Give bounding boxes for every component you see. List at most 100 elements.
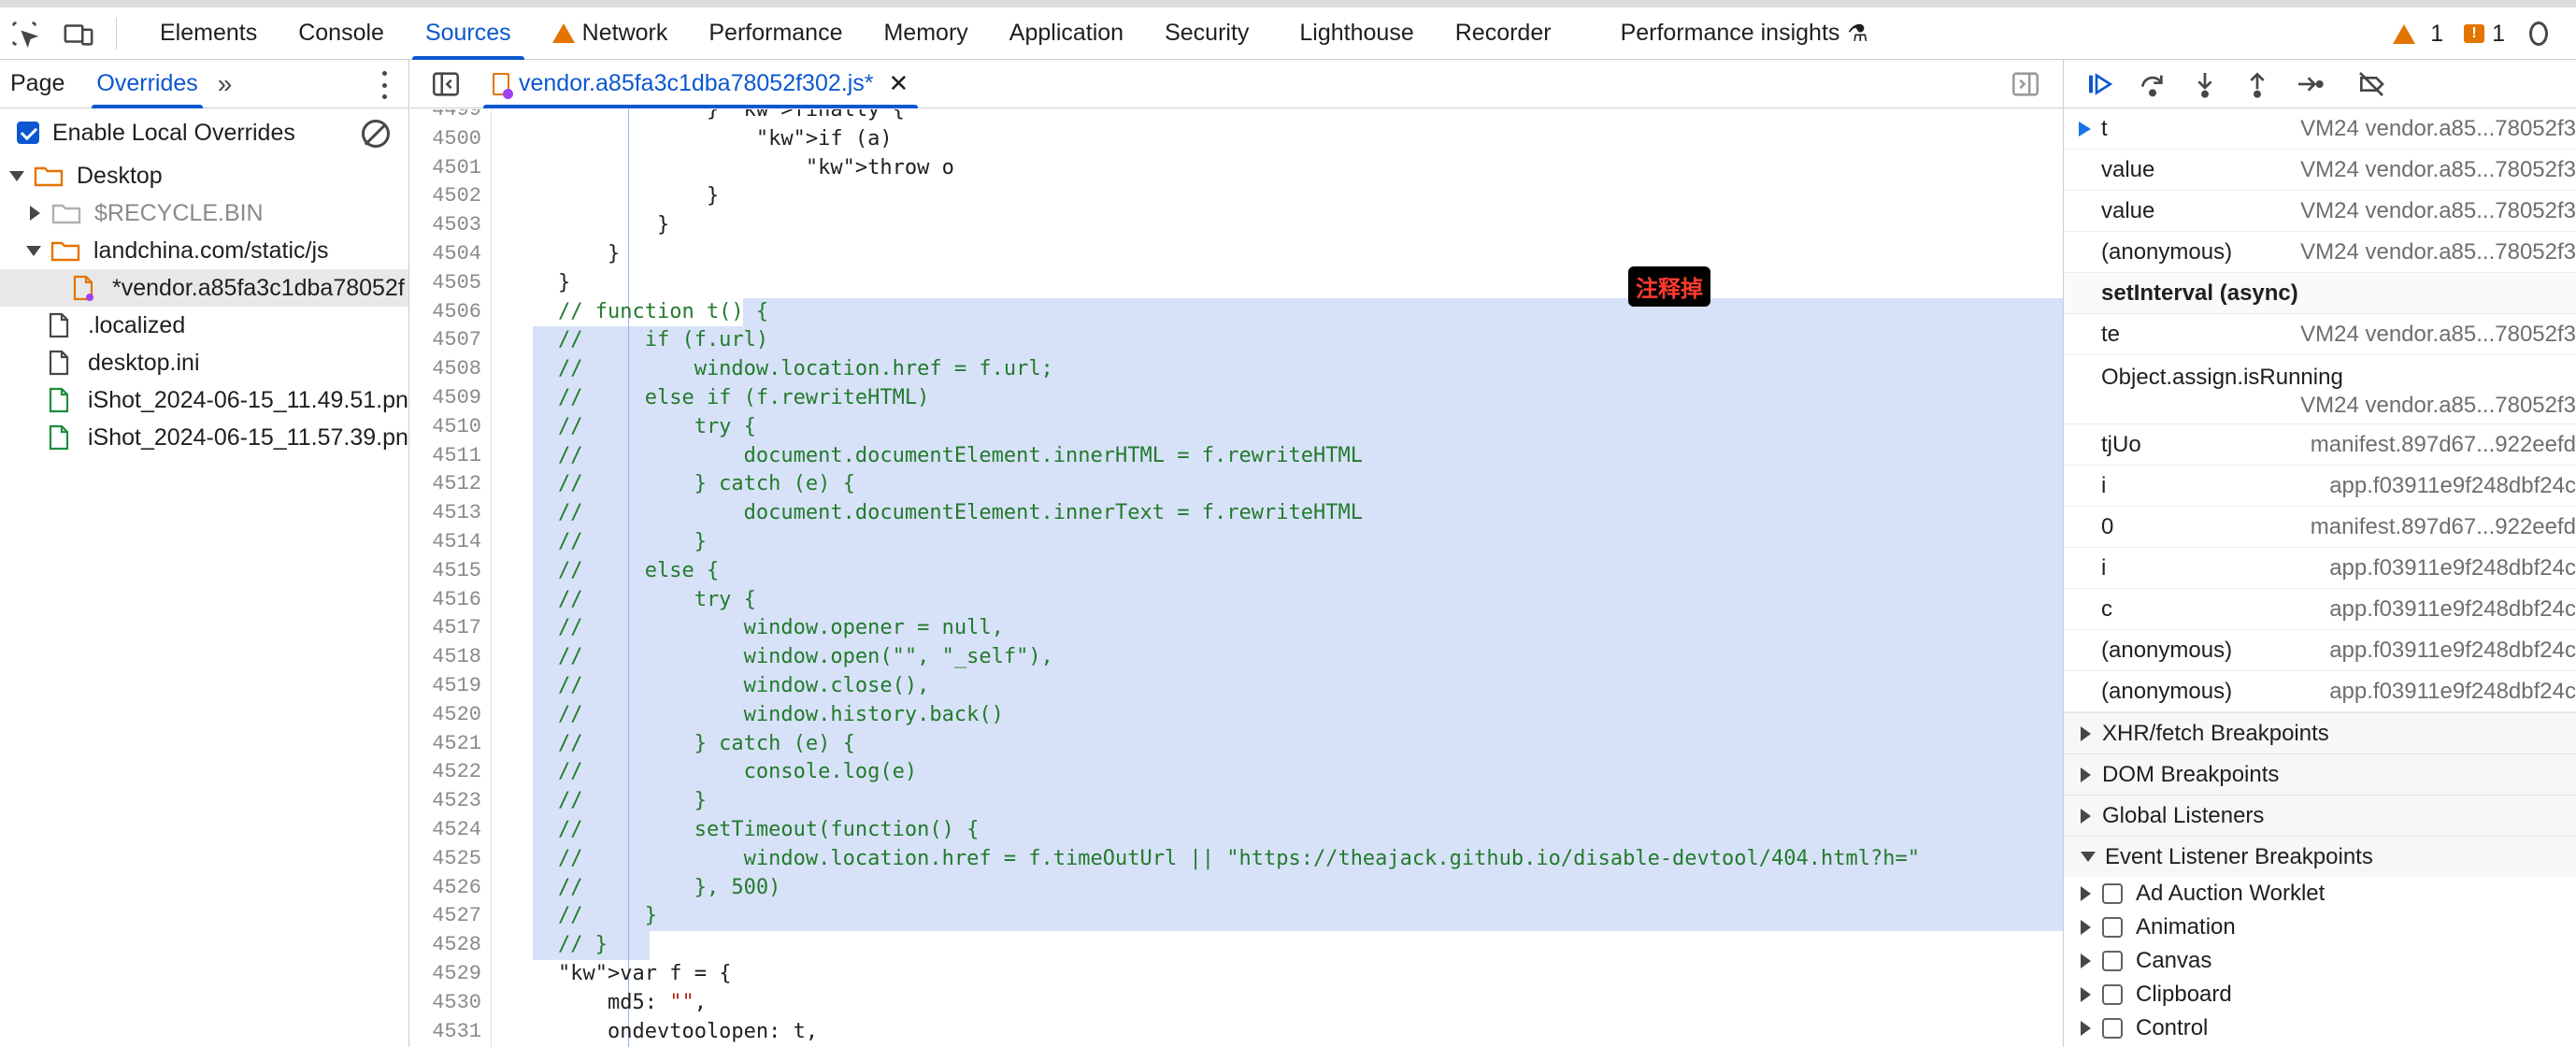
line-number[interactable]: 4522 [410, 758, 489, 787]
line-number[interactable]: 4517 [410, 614, 489, 643]
tab-page[interactable]: Page [0, 60, 75, 108]
device-toolbar-icon[interactable] [58, 13, 99, 54]
more-tabs-chevron-icon[interactable]: » [208, 69, 242, 99]
tree-item[interactable]: iShot_2024-06-15_11.49.51.pn [0, 381, 408, 419]
resume-icon[interactable] [2081, 65, 2120, 104]
line-number[interactable]: 4503 [410, 211, 489, 240]
call-frame-location[interactable]: VM24 vendor.a85...78052f3 [2300, 198, 2576, 224]
line-number[interactable]: 4508 [410, 355, 489, 384]
line-number[interactable]: 4516 [410, 586, 489, 615]
tab-application[interactable]: Application [989, 7, 1144, 60]
line-number[interactable]: 4527 [410, 902, 489, 931]
line-number[interactable]: 4531 [410, 1018, 489, 1047]
section-event-listener-breakpoints[interactable]: Event Listener Breakpoints [2064, 836, 2576, 877]
call-frame[interactable]: 0 manifest.897d67...922eefd [2064, 507, 2576, 548]
listener-checkbox[interactable] [2102, 917, 2123, 938]
listener-checkbox[interactable] [2102, 951, 2123, 971]
line-number[interactable]: 4505 [410, 269, 489, 298]
listener-item[interactable]: Control [2064, 1011, 2576, 1045]
line-number[interactable]: 4520 [410, 701, 489, 730]
line-number[interactable]: 4513 [410, 499, 489, 528]
editor-file-tab[interactable]: vendor.a85fa3c1dba78052f302.js* ✕ [479, 60, 922, 108]
enable-overrides-row[interactable]: Enable Local Overrides [0, 108, 408, 157]
step-out-icon[interactable] [2238, 65, 2277, 104]
listener-item[interactable]: Animation [2064, 911, 2576, 944]
line-number[interactable]: 4530 [410, 989, 489, 1018]
tab-overrides[interactable]: Overrides [86, 60, 208, 108]
line-number[interactable]: 4524 [410, 816, 489, 845]
call-frame[interactable]: value VM24 vendor.a85...78052f3 [2064, 191, 2576, 232]
listener-item[interactable]: Clipboard [2064, 978, 2576, 1011]
tab-memory[interactable]: Memory [863, 7, 988, 60]
collapse-triangle-icon[interactable] [2081, 1021, 2091, 1036]
line-number[interactable]: 4499 [410, 109, 489, 125]
line-number[interactable]: 4501 [410, 154, 489, 183]
tab-performance-insights[interactable]: Performance insights ⚗ [1600, 7, 1889, 60]
tree-item[interactable]: .localized [0, 307, 408, 344]
line-number[interactable]: 4525 [410, 845, 489, 874]
code-editor[interactable]: 4499 } "kw">finally {4500 "kw">if (a) 450… [410, 109, 2063, 1047]
call-frame-location[interactable]: VM24 vendor.a85...78052f3 [2300, 157, 2576, 183]
call-frame-location[interactable]: manifest.897d67...922eefd [2311, 514, 2576, 540]
call-frame-location[interactable]: VM24 vendor.a85...78052f3 [2300, 239, 2576, 265]
line-number[interactable]: 4514 [410, 528, 489, 557]
call-frame[interactable]: c app.f03911e9f248dbf24c [2064, 589, 2576, 630]
deactivate-breakpoints-icon[interactable] [2352, 65, 2391, 104]
enable-overrides-checkbox[interactable] [17, 122, 39, 144]
collapse-triangle-icon[interactable] [30, 206, 40, 221]
listener-checkbox[interactable] [2102, 984, 2123, 1005]
inspect-element-icon[interactable] [4, 13, 45, 54]
tab-performance[interactable]: Performance [688, 7, 863, 60]
toggle-navigator-icon[interactable] [425, 64, 466, 105]
listener-checkbox[interactable] [2102, 1018, 2123, 1039]
call-frame-location[interactable]: manifest.897d67...922eefd [2311, 432, 2576, 458]
call-frame-location[interactable]: app.f03911e9f248dbf24c [2329, 555, 2576, 581]
tab-recorder[interactable]: Recorder [1435, 7, 1572, 60]
call-frame-location[interactable]: app.f03911e9f248dbf24c [2329, 638, 2576, 664]
tree-item[interactable]: desktop.ini [0, 344, 408, 381]
listener-checkbox[interactable] [2102, 883, 2123, 904]
section-dom-breakpoints[interactable]: DOM Breakpoints [2064, 753, 2576, 795]
call-frame-location[interactable]: app.f03911e9f248dbf24c [2329, 596, 2576, 623]
call-frame[interactable]: t VM24 vendor.a85...78052f3 [2064, 108, 2576, 150]
collapse-triangle-icon[interactable] [2081, 886, 2091, 901]
collapse-triangle-icon[interactable] [2081, 987, 2091, 1002]
tab-security[interactable]: Security [1144, 7, 1269, 60]
tree-item[interactable]: Desktop [0, 157, 408, 194]
collapse-triangle-icon[interactable] [2081, 920, 2091, 935]
more-options-kebab-icon[interactable] [379, 71, 390, 99]
call-frame[interactable]: tjUo manifest.897d67...922eefd [2064, 424, 2576, 466]
expand-triangle-icon[interactable] [26, 245, 41, 256]
tree-item[interactable]: *vendor.a85fa3c1dba78052f [0, 269, 408, 307]
line-number[interactable]: 4518 [410, 643, 489, 672]
line-number[interactable]: 4529 [410, 960, 489, 989]
step-into-icon[interactable] [2185, 65, 2225, 104]
issue-counters[interactable]: 1 ! 1 [2393, 7, 2548, 60]
line-number[interactable]: 4506 [410, 298, 489, 327]
line-number[interactable]: 4504 [410, 240, 489, 269]
toggle-debugger-icon[interactable] [2005, 64, 2046, 105]
warnings-counter[interactable]: 1 [2393, 21, 2443, 48]
line-number[interactable]: 4523 [410, 787, 489, 816]
listener-item[interactable]: Ad Auction Worklet [2064, 877, 2576, 911]
line-number[interactable]: 4515 [410, 557, 489, 586]
clear-overrides-icon[interactable] [362, 120, 390, 148]
call-frame-location[interactable]: VM24 vendor.a85...78052f3 [2300, 322, 2576, 348]
line-number[interactable]: 4509 [410, 384, 489, 413]
line-number[interactable]: 4528 [410, 931, 489, 960]
call-frame[interactable]: value VM24 vendor.a85...78052f3 [2064, 150, 2576, 191]
call-frame[interactable]: (anonymous) VM24 vendor.a85...78052f3 [2064, 232, 2576, 273]
issues-counter[interactable]: ! 1 [2464, 21, 2505, 48]
call-frame-location[interactable]: app.f03911e9f248dbf24c [2329, 473, 2576, 499]
tab-lighthouse[interactable]: Lighthouse [1279, 7, 1434, 60]
tab-elements[interactable]: Elements [139, 7, 278, 60]
tab-network[interactable]: Network [532, 7, 689, 60]
line-number[interactable]: 4512 [410, 470, 489, 499]
listener-item[interactable]: Canvas [2064, 944, 2576, 978]
expand-triangle-icon[interactable] [9, 170, 24, 181]
line-number[interactable]: 4500 [410, 125, 489, 154]
tree-item[interactable]: iShot_2024-06-15_11.57.39.pn [0, 419, 408, 456]
line-number[interactable]: 4511 [410, 442, 489, 471]
call-frame[interactable]: (anonymous) app.f03911e9f248dbf24c [2064, 671, 2576, 712]
section-xhr-fetch-breakpoints[interactable]: XHR/fetch Breakpoints [2064, 712, 2576, 753]
